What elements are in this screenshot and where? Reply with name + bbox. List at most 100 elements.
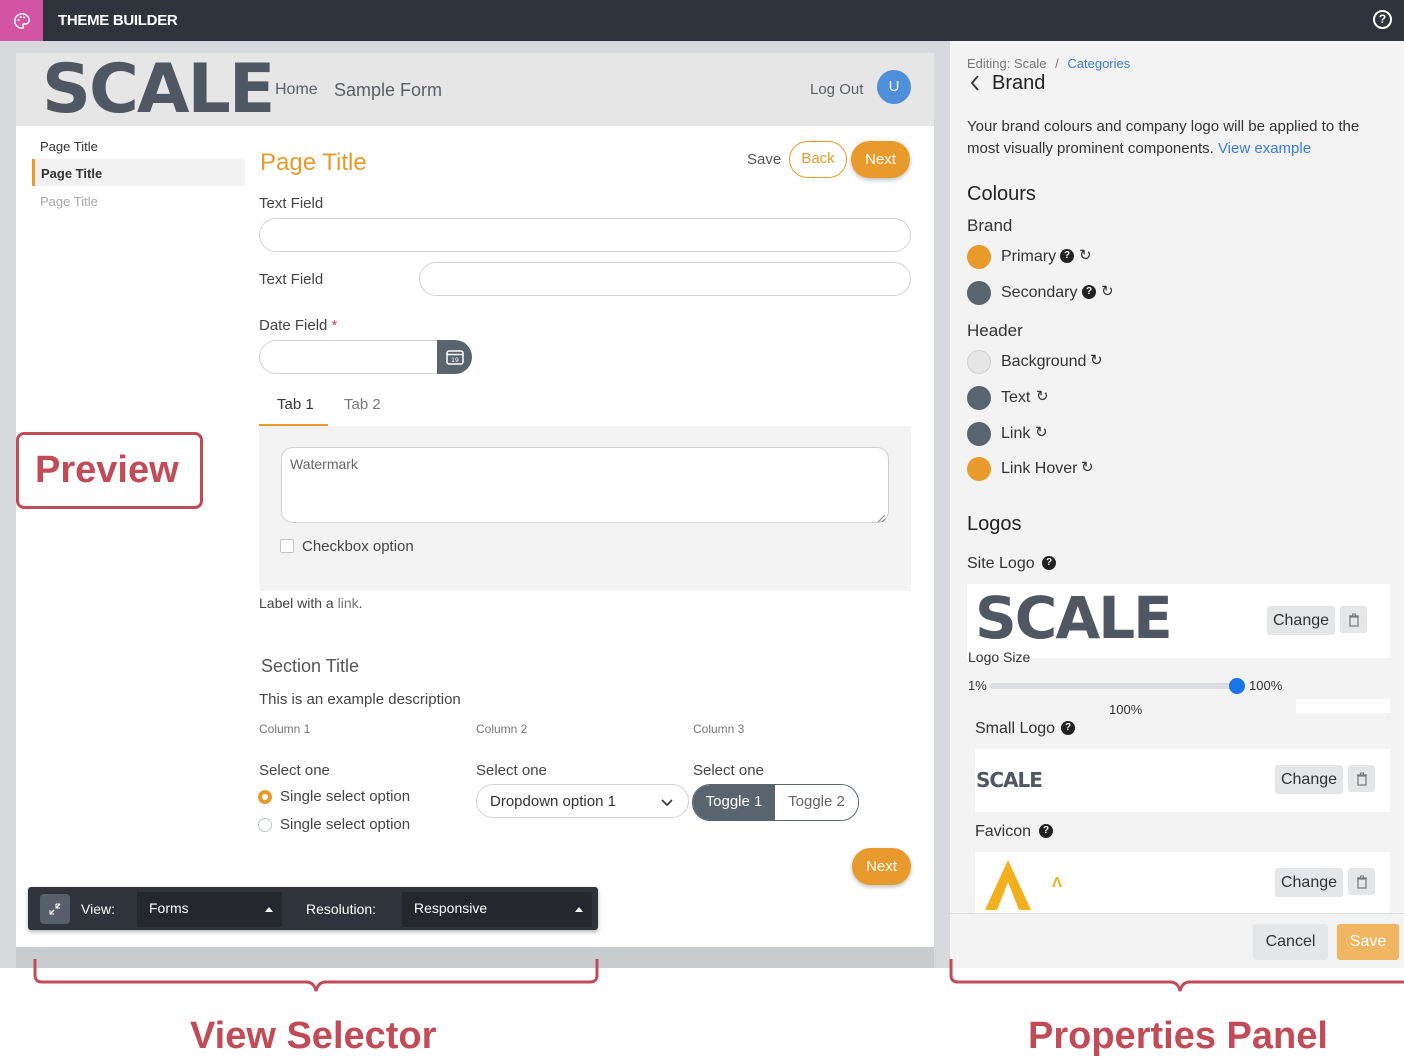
calendar-icon[interactable]: 19 bbox=[437, 340, 472, 374]
select-one-label: Select one bbox=[476, 762, 547, 779]
save-link[interactable]: Save bbox=[747, 151, 781, 168]
text-field-input[interactable] bbox=[259, 218, 911, 252]
next-button-bottom[interactable]: Next bbox=[852, 848, 911, 885]
small-logo-label: Small Logo bbox=[975, 720, 1056, 737]
checkbox[interactable] bbox=[280, 539, 294, 553]
column-label: Column 3 bbox=[693, 722, 745, 736]
logo-size-slider-track[interactable] bbox=[990, 683, 1238, 689]
header-link-swatch[interactable] bbox=[967, 422, 991, 446]
resolution-select-value: Responsive bbox=[414, 900, 488, 916]
header-background-label: Background bbox=[1001, 353, 1087, 370]
toggle-1[interactable]: Toggle 1 bbox=[693, 785, 775, 820]
slider-max-label: 100% bbox=[1249, 678, 1283, 693]
trash-icon[interactable] bbox=[1340, 606, 1367, 633]
trash-icon[interactable] bbox=[1348, 868, 1375, 895]
header-link-hover-label: Link Hover bbox=[1001, 460, 1078, 477]
inline-link[interactable]: link bbox=[338, 595, 359, 611]
reset-icon[interactable]: ↻ bbox=[1101, 282, 1114, 300]
left-nav-item[interactable]: Page Title bbox=[40, 194, 98, 209]
next-button[interactable]: Next bbox=[851, 141, 910, 178]
section-description: This is an example description bbox=[259, 691, 461, 708]
resolution-select[interactable]: Responsive bbox=[402, 892, 592, 927]
reset-icon[interactable]: ↻ bbox=[1036, 387, 1049, 405]
required-mark: * bbox=[331, 317, 338, 334]
header-link-label: Link bbox=[1001, 425, 1031, 442]
logos-heading: Logos bbox=[967, 513, 1022, 535]
caret-up-icon bbox=[265, 907, 273, 912]
breadcrumb: Editing: Scale / Categories bbox=[967, 56, 1131, 71]
toggle-group: Toggle 1 Toggle 2 bbox=[692, 784, 859, 821]
view-selector-annotation: View Selector bbox=[190, 1015, 437, 1057]
reset-icon[interactable]: ↻ bbox=[1090, 351, 1103, 369]
radio-label: Single select option bbox=[280, 816, 411, 833]
text-field-label: Text Field bbox=[259, 195, 324, 212]
checkbox-label: Checkbox option bbox=[302, 538, 414, 555]
header-background-swatch[interactable] bbox=[967, 350, 991, 374]
section-title: Section Title bbox=[261, 656, 360, 676]
trash-icon[interactable] bbox=[1348, 765, 1375, 792]
collapse-icon[interactable] bbox=[40, 894, 70, 924]
view-example-link[interactable]: View example bbox=[1218, 140, 1311, 157]
change-favicon-button[interactable]: Change bbox=[1275, 868, 1343, 897]
primary-swatch[interactable] bbox=[967, 245, 991, 269]
radio-button[interactable] bbox=[258, 818, 272, 832]
favicon-small-image: Λ bbox=[1052, 874, 1063, 891]
watermark-textarea[interactable] bbox=[281, 447, 889, 523]
view-select[interactable]: Forms bbox=[137, 892, 282, 927]
header-heading: Header bbox=[967, 321, 1023, 340]
nav-home[interactable]: Home bbox=[275, 81, 318, 99]
tab-2[interactable]: Tab 2 bbox=[344, 396, 381, 413]
view-label: View: bbox=[81, 901, 115, 917]
help-icon[interactable]: ? bbox=[1042, 556, 1056, 570]
help-icon[interactable]: ? bbox=[1060, 249, 1074, 263]
slider-value: 100% bbox=[1109, 702, 1143, 717]
date-field-input[interactable] bbox=[259, 340, 454, 374]
logo-size-slider-thumb[interactable] bbox=[1229, 678, 1245, 694]
dropdown-value: Dropdown option 1 bbox=[490, 793, 616, 810]
calendar-day: 19 bbox=[451, 357, 459, 364]
left-nav-item-active[interactable]: Page Title bbox=[41, 166, 102, 181]
secondary-swatch[interactable] bbox=[967, 281, 991, 305]
left-nav-item[interactable]: Page Title bbox=[40, 139, 98, 154]
textarea-placeholder: Watermark bbox=[290, 456, 358, 472]
change-small-logo-button[interactable]: Change bbox=[1275, 765, 1343, 794]
breadcrumb-categories-link[interactable]: Categories bbox=[1067, 56, 1130, 71]
logo-size-label: Logo Size bbox=[968, 649, 1031, 665]
help-icon[interactable]: ? bbox=[1373, 10, 1392, 29]
colours-heading: Colours bbox=[967, 183, 1036, 205]
nav-sample-form[interactable]: Sample Form bbox=[334, 80, 442, 101]
reset-icon[interactable]: ↻ bbox=[1081, 458, 1094, 476]
favicon-image bbox=[983, 858, 1033, 917]
reset-icon[interactable]: ↻ bbox=[1079, 246, 1092, 264]
text-field-input-inline[interactable] bbox=[419, 262, 911, 296]
intro-text: Your brand colours and company logo will… bbox=[967, 118, 1360, 157]
favicon-label: Favicon bbox=[975, 823, 1032, 840]
avatar[interactable]: U bbox=[877, 70, 911, 104]
column-label: Column 2 bbox=[476, 722, 528, 736]
help-icon[interactable]: ? bbox=[1039, 824, 1053, 838]
header-link-hover-swatch[interactable] bbox=[967, 457, 991, 481]
panel-title: Brand bbox=[992, 72, 1046, 94]
back-chevron-icon[interactable] bbox=[969, 74, 981, 97]
reset-icon[interactable]: ↻ bbox=[1035, 423, 1048, 441]
app-title: THEME BUILDER bbox=[58, 12, 178, 29]
help-icon[interactable]: ? bbox=[1082, 285, 1096, 299]
view-select-value: Forms bbox=[149, 900, 189, 916]
chevron-down-icon bbox=[660, 795, 674, 813]
logo-size-row-filler bbox=[1296, 699, 1390, 713]
toggle-2[interactable]: Toggle 2 bbox=[775, 785, 858, 820]
change-site-logo-button[interactable]: Change bbox=[1267, 606, 1335, 635]
resize-handle-icon[interactable] bbox=[876, 510, 886, 523]
label-with-link: Label with a link. bbox=[259, 595, 363, 611]
help-icon[interactable]: ? bbox=[1061, 721, 1075, 735]
small-logo-image: SCALE bbox=[976, 768, 1043, 792]
tab-1[interactable]: Tab 1 bbox=[277, 396, 314, 413]
site-logo[interactable]: SCALE bbox=[42, 52, 275, 128]
radio-button-selected[interactable] bbox=[258, 790, 272, 804]
secondary-label: Secondary bbox=[1001, 284, 1078, 301]
header-text-swatch[interactable] bbox=[967, 386, 991, 410]
back-button[interactable]: Back bbox=[789, 141, 847, 178]
radio-label: Single select option bbox=[280, 788, 411, 805]
palette-icon[interactable] bbox=[0, 0, 43, 41]
logout-link[interactable]: Log Out bbox=[810, 81, 863, 98]
